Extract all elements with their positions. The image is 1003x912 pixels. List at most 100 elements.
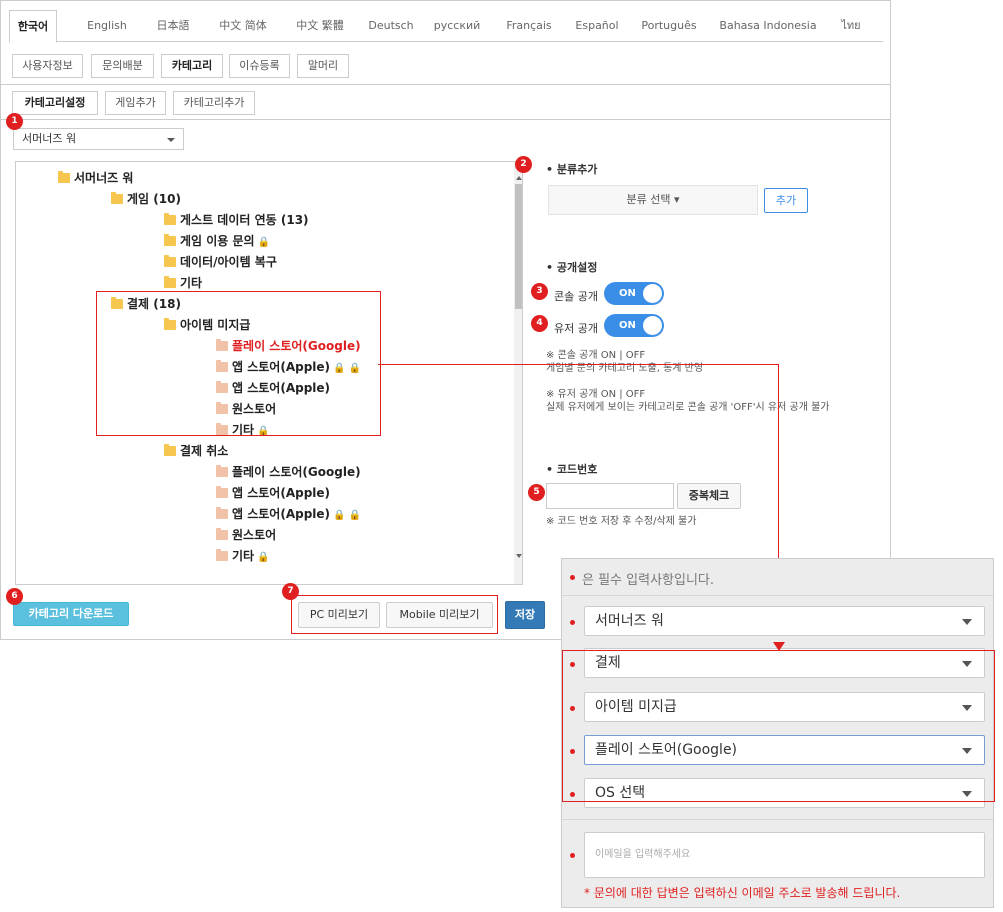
chevron-down-icon: [962, 619, 972, 625]
lang-tab-english[interactable]: English: [79, 10, 135, 42]
folder-icon: [216, 486, 228, 498]
tree-node[interactable]: 플레이 스토어(Google): [216, 462, 361, 482]
chevron-down-icon: [167, 138, 175, 142]
lang-tab-german[interactable]: Deutsch: [364, 10, 418, 42]
subtab-category-settings[interactable]: 카테고리설정: [12, 91, 98, 115]
lang-tab-french[interactable]: Français: [499, 10, 559, 42]
arrow-head-icon: [773, 642, 785, 651]
lang-tab-thai[interactable]: ไทย: [831, 10, 871, 42]
lang-tab-chinese-traditional[interactable]: 中文 繁體: [287, 10, 353, 42]
user-public-label: 유저 공개: [554, 322, 598, 335]
console-public-label: 콘솔 공개: [554, 290, 598, 303]
tree-node[interactable]: 앱 스토어(Apple) 🔒 🔒: [216, 504, 361, 524]
category-admin-panel: 한국어 English 日本語 中文 简体 中文 繁體 Deutsch русс…: [0, 0, 891, 640]
lock-icon: 🔒: [257, 237, 271, 248]
folder-icon: [216, 507, 228, 519]
console-public-note-title: ※ 콘솔 공개 ON | OFF: [546, 350, 646, 361]
step-badge-1: 1: [6, 113, 23, 130]
console-public-toggle[interactable]: ON: [604, 282, 664, 305]
divider: [1, 84, 890, 85]
highlight-box-preview: [291, 595, 498, 634]
preview-email-input[interactable]: 이메일을 입력해주세요: [584, 832, 985, 878]
folder-icon: [164, 444, 176, 456]
class-select[interactable]: 분류 선택 ▾: [548, 185, 758, 215]
step-badge-4: 4: [531, 315, 548, 332]
scrollbar-thumb[interactable]: [515, 184, 522, 309]
preview-game-select[interactable]: 서머너즈 워: [584, 606, 985, 636]
tab-user-info[interactable]: 사용자정보: [12, 54, 83, 78]
step-badge-6: 6: [6, 588, 23, 605]
folder-icon: [216, 528, 228, 540]
folder-icon: [164, 255, 176, 267]
step-badge-7: 7: [282, 583, 299, 600]
toggle-knob: [643, 316, 662, 335]
divider: [1, 119, 890, 120]
tree-node[interactable]: 게스트 데이터 연동 (13): [164, 210, 309, 230]
subtab-add-category[interactable]: 카테고리추가: [173, 91, 255, 115]
toggle-knob: [643, 284, 662, 303]
public-settings-label: • 공개설정: [546, 261, 598, 274]
toggle-on-label: ON: [619, 320, 636, 331]
lock-icon: 🔒 🔒: [333, 510, 362, 521]
divider: [562, 819, 993, 820]
add-class-button[interactable]: 추가: [764, 188, 808, 213]
game-select[interactable]: 서머너즈 워: [13, 128, 184, 150]
scroll-up-icon[interactable]: [516, 176, 522, 180]
lang-tab-korean[interactable]: 한국어: [9, 10, 57, 43]
user-public-toggle[interactable]: ON: [604, 314, 664, 337]
code-number-label: • 코드번호: [546, 463, 598, 476]
tree-node[interactable]: 게임 이용 문의 🔒: [164, 231, 270, 251]
code-number-note: ※ 코드 번호 저장 후 수정/삭제 불가: [546, 516, 697, 527]
required-dot-icon: [570, 620, 575, 625]
lang-tab-portuguese[interactable]: Português: [633, 10, 705, 42]
tree-node[interactable]: 기타 🔒: [216, 546, 270, 566]
lang-tab-spanish[interactable]: Español: [569, 10, 625, 42]
tree-node[interactable]: 데이터/아이템 복구: [164, 252, 277, 272]
duplicate-check-button[interactable]: 중복체크: [677, 483, 741, 509]
highlight-box-preview-categories: [562, 650, 995, 802]
lock-icon: 🔒: [257, 552, 270, 563]
reply-note: * 문의에 대한 답변은 입력하신 이메일 주소로 발송해 드립니다.: [584, 886, 901, 900]
tree-node[interactable]: 기타: [164, 273, 202, 293]
category-download-button[interactable]: 카테고리 다운로드: [13, 602, 129, 626]
tab-inquiry-distribution[interactable]: 문의배분: [91, 54, 154, 78]
tree-node[interactable]: 서머너즈 워: [58, 168, 133, 188]
tree-scrollbar[interactable]: [514, 162, 522, 584]
tab-category[interactable]: 카테고리: [161, 54, 223, 78]
user-public-note-title: ※ 유저 공개 ON | OFF: [546, 389, 646, 400]
step-badge-3: 3: [531, 283, 548, 300]
highlight-box-payment: [96, 291, 381, 436]
lang-tab-indonesian[interactable]: Bahasa Indonesia: [715, 10, 821, 42]
folder-icon: [164, 276, 176, 288]
tree-node[interactable]: 앱 스토어(Apple): [216, 483, 330, 503]
lang-tab-russian[interactable]: русский: [427, 10, 487, 42]
lang-tab-chinese-simplified[interactable]: 中文 简体: [209, 10, 277, 42]
tree-node[interactable]: 원스토어: [216, 525, 276, 545]
folder-icon: [216, 465, 228, 477]
tab-issue-registration[interactable]: 이슈등록: [229, 54, 290, 78]
required-dot-icon: [570, 853, 575, 858]
folder-icon: [58, 171, 70, 183]
language-tab-bar: 한국어 English 日本語 中文 简体 中文 繁體 Deutsch русс…: [9, 10, 883, 43]
folder-icon: [111, 192, 123, 204]
required-note: 은 필수 입력사항입니다.: [582, 573, 714, 588]
user-public-note-desc: 실제 유저에게 보이는 카테고리로 콘솔 공개 'OFF'시 유저 공개 불가: [546, 402, 830, 413]
subtab-add-game[interactable]: 게임추가: [105, 91, 166, 115]
tree-node[interactable]: 게임 (10): [111, 189, 181, 209]
code-number-input[interactable]: [546, 483, 674, 509]
tab-prefix[interactable]: 말머리: [297, 54, 349, 78]
add-class-label: • 분류추가: [546, 163, 598, 176]
required-dot-icon: [570, 575, 575, 580]
connector-line: [378, 364, 779, 365]
divider: [562, 595, 993, 596]
game-select-value: 서머너즈 워: [22, 132, 77, 145]
step-badge-2: 2: [515, 156, 532, 173]
folder-icon: [164, 234, 176, 246]
lang-tab-japanese[interactable]: 日本語: [149, 10, 197, 42]
toggle-on-label: ON: [619, 288, 636, 299]
scroll-down-icon[interactable]: [516, 554, 522, 558]
save-button[interactable]: 저장: [505, 601, 545, 629]
folder-icon: [164, 213, 176, 225]
folder-icon: [216, 549, 228, 561]
tree-node[interactable]: 결제 취소: [164, 441, 228, 461]
